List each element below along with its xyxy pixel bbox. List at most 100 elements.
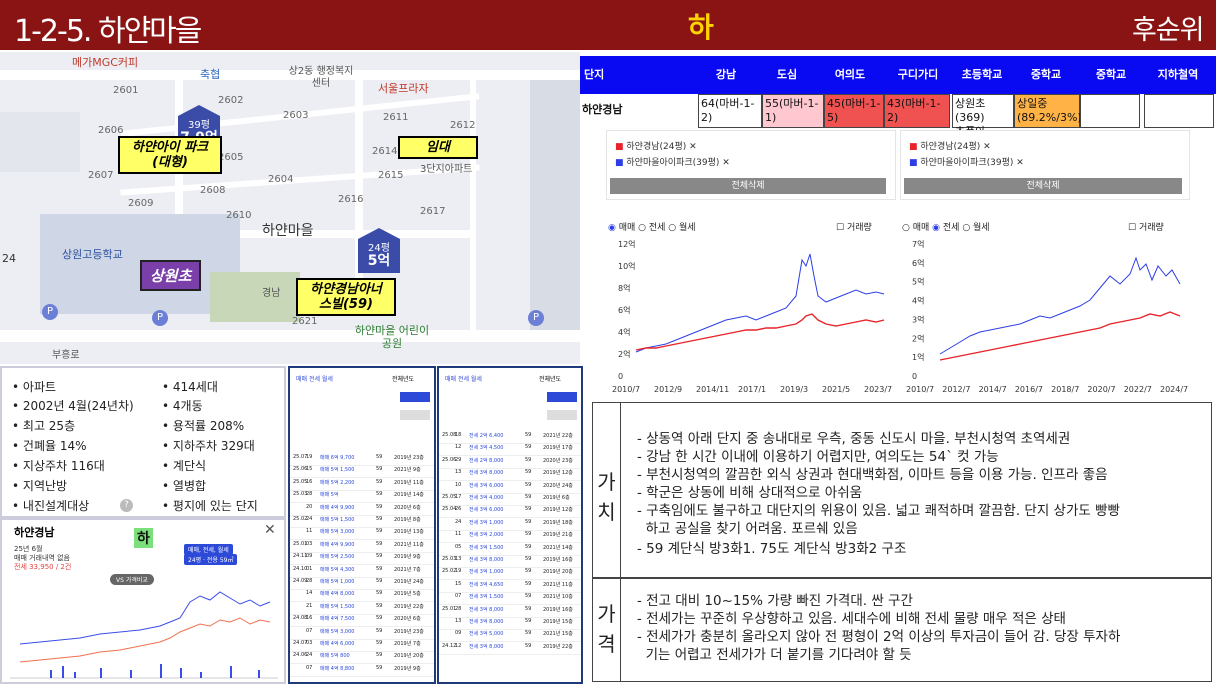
- table-cell: 2019년 22층: [394, 603, 424, 610]
- map-view[interactable]: 메가MGC커피 축협 상2동 행정복지센터 서울프라자 2601 2602 26…: [0, 52, 580, 364]
- block-label: 2603: [283, 110, 309, 121]
- table-cell: 매매 4억 6,000: [320, 641, 355, 647]
- legend-label: 하얀마을아이파크(39평): [920, 158, 1014, 168]
- th-middle[interactable]: 중학교: [1010, 56, 1082, 94]
- legend-item[interactable]: ■ 하얀마을아이파크(39평) ✕: [909, 155, 1024, 168]
- table-cell: 2021년 22층: [543, 433, 573, 439]
- info-item: 2002년 4월(24년차): [12, 397, 134, 414]
- price-chart-left: 12억 10억 8억 6억 4억 2억 0 2010/7 2012/9 2014/11 2017/…: [612, 239, 892, 394]
- table-row: 24.08 16 매매 4억 7,500 59 2020년 6층: [290, 615, 434, 628]
- value-analysis: 가 치 - 상동역 아래 단지 중 송내대로 우측, 중동 신도시 마을. 부천…: [592, 402, 1212, 578]
- table-cell: 24: [306, 652, 313, 659]
- th-dosim[interactable]: 도심: [756, 56, 818, 94]
- jeonse-history-list[interactable]: 매매 전세 월세 전체년도 25.08 18 전세 2억 6,400 59 2021년 …: [437, 366, 583, 684]
- table-cell: 59: [525, 444, 532, 451]
- legend-item[interactable]: ■ 하얀경남(24평) ✕: [909, 139, 991, 152]
- help-icon[interactable]: ?: [120, 499, 133, 512]
- list-button[interactable]: [400, 392, 430, 402]
- table-row: 10 전세 3억 6,000 59 2020년 24층: [439, 482, 581, 494]
- table-cell: 59: [525, 531, 532, 538]
- sale-history-list[interactable]: 매매 전세 월세 전체년도 25.07 19 매매 6억 9,700 59 2019년 …: [288, 366, 436, 684]
- th-elem[interactable]: 초등학교: [954, 56, 1010, 94]
- table-cell: 59: [525, 481, 532, 488]
- distance-table: 단지 강남 도심 여의도 구디가디 초등학교 중학교 중학교 지하철역 하얀경남…: [580, 52, 1216, 138]
- th-gangnam[interactable]: 강남: [696, 56, 756, 94]
- list-filter[interactable]: 전체년도: [539, 374, 561, 383]
- table-cell: 매매 5억 2,200: [320, 479, 355, 486]
- table-cell: 2019년 16층: [543, 606, 573, 613]
- price-pin-24[interactable]: 24평 5억: [358, 228, 400, 273]
- x-tick-label: 2024/7: [1160, 385, 1188, 394]
- td-subway: [1144, 94, 1214, 128]
- list-tabs[interactable]: 매매 전세 월세: [296, 374, 333, 383]
- clear-all-button-right[interactable]: 전체삭제: [904, 178, 1182, 194]
- table-cell: 전세 2억 8,000: [469, 457, 504, 464]
- table-cell: 2021년 15층: [543, 631, 573, 638]
- table-cell: 매매 5억 2,500: [320, 554, 355, 561]
- close-icon[interactable]: ✕: [264, 522, 276, 538]
- y-tick-label: 0: [912, 372, 917, 381]
- table-cell: 11: [455, 531, 462, 538]
- list-button[interactable]: [547, 410, 577, 420]
- info-item: 평지에 있는 단지: [162, 497, 258, 514]
- list-button[interactable]: [400, 410, 430, 420]
- list-filter[interactable]: 전체년도: [392, 374, 414, 383]
- table-cell: 2019년 5층: [394, 591, 421, 598]
- table-cell: 2019년 24층: [394, 579, 424, 585]
- table-cell: 2019년 16층: [543, 557, 573, 563]
- th-subway[interactable]: 지하철역: [1140, 56, 1216, 94]
- table-cell: 매매 5억 3,000: [320, 529, 355, 536]
- table-cell: 59: [376, 627, 383, 634]
- table-cell: 59: [525, 642, 532, 649]
- trade-type-radios-right[interactable]: ○ 매매 ◉ 전세 ○ 월세: [902, 220, 990, 233]
- th-complex[interactable]: 단지: [580, 56, 696, 94]
- th-yeouido[interactable]: 여의도: [818, 56, 882, 94]
- clear-all-button-left[interactable]: 전체삭제: [610, 178, 886, 194]
- table-cell: 2019년 23층: [394, 455, 424, 461]
- volume-checkbox-right[interactable]: ☐ 거래량: [1128, 220, 1164, 233]
- legend-item[interactable]: ■ 하얀경남(24평) ✕: [615, 139, 697, 152]
- table-cell: 59: [376, 491, 383, 498]
- table-cell: 2019년 20층: [543, 569, 573, 576]
- table-row: 20 매매 4억 9,900 59 2020년 6층: [290, 504, 434, 516]
- table-row: 24 전세 3억 1,000 59 2019년 18층: [439, 519, 581, 531]
- table-cell: 59: [376, 640, 383, 646]
- table-cell: 매매 5억 1,500: [320, 517, 355, 523]
- info-item: 건폐율 14%: [12, 437, 87, 454]
- volume-checkbox-left[interactable]: ☐ 거래량: [836, 220, 872, 233]
- table-cell: 59: [525, 580, 532, 587]
- info-item: 지하주차 329대: [162, 437, 255, 454]
- list-tabs[interactable]: 매매 전세 월세: [445, 374, 482, 383]
- table-cell: 07: [455, 593, 462, 600]
- table-cell: 2019년 21층: [543, 532, 573, 539]
- td-elem: 상원초(369)초품아: [952, 94, 1014, 138]
- price-line: 기는 어렵고 전세가가 더 붙기를 기다려야 할 듯: [637, 647, 912, 663]
- table-cell: 07: [306, 664, 313, 671]
- table-cell: 2020년 23층: [543, 457, 573, 464]
- complex-3-label: 3단지아파트: [420, 164, 473, 175]
- mini-size[interactable]: 24평 · 전용 59㎡: [184, 554, 238, 565]
- price-line: - 전세가는 꾸준히 우상향하고 있음. 세대수에 비해 전세 물량 매우 적은…: [637, 611, 1066, 627]
- table-cell: 03: [306, 640, 313, 646]
- table-cell: 18: [455, 432, 462, 438]
- td-gangnam: 64(마버-1-2): [698, 94, 762, 128]
- table-cell: 59: [376, 466, 383, 473]
- table-cell: 59: [525, 543, 532, 550]
- series-line-sale: [939, 256, 1181, 355]
- legend-item[interactable]: ■ 하얀마을아이파크(39평) ✕: [615, 155, 730, 168]
- table-cell: 59: [525, 556, 532, 562]
- table-row: 25.04 26 전세 3억 6,000 59 2019년 12층: [439, 506, 581, 519]
- x-tick-label: 2020/7: [1087, 385, 1115, 394]
- table-cell: 16: [306, 615, 313, 622]
- block-label: 2604: [268, 174, 294, 185]
- trade-type-radios-left[interactable]: ◉ 매매 ○ 전세 ○ 월세: [608, 220, 696, 233]
- table-cell: 12: [455, 642, 462, 649]
- block-label: 2612: [450, 120, 476, 131]
- th-middle2[interactable]: 중학교: [1082, 56, 1140, 94]
- x-tick-label: 2023/7: [864, 385, 892, 394]
- th-gudi[interactable]: 구디가디: [882, 56, 954, 94]
- list-button[interactable]: [547, 392, 577, 402]
- table-row: 25.01 28 전세 3억 8,000 59 2019년 16층: [439, 606, 581, 618]
- x-tick-label: 2017/1: [738, 385, 766, 394]
- mini-title: 하얀경남: [14, 526, 55, 539]
